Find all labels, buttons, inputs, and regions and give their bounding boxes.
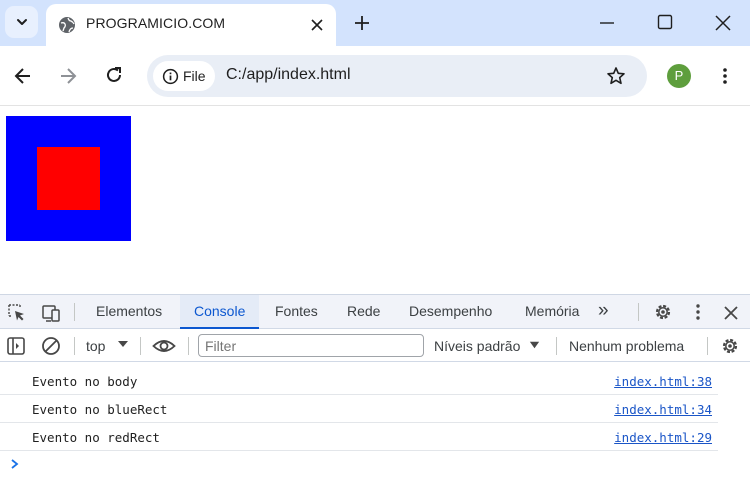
kebab-menu-icon[interactable] xyxy=(688,302,708,322)
devtools-tab-bar: Elementos Console Fontes Rede Desempenho… xyxy=(0,295,750,329)
url-text[interactable]: C:/app/index.html xyxy=(226,66,351,84)
tab-title: PROGRAMICIO.COM xyxy=(86,15,226,31)
close-icon[interactable] xyxy=(308,16,326,34)
tab-performance[interactable]: Desempenho xyxy=(395,295,506,329)
tab-sources[interactable]: Fontes xyxy=(261,295,332,329)
close-icon[interactable] xyxy=(721,303,741,323)
tab-strip: PROGRAMICIO.COM xyxy=(0,0,750,46)
kebab-menu-icon[interactable] xyxy=(715,66,735,86)
context-selector[interactable]: top xyxy=(86,338,105,354)
tab-elements[interactable]: Elementos xyxy=(82,295,176,329)
browser-toolbar: File C:/app/index.html P xyxy=(0,46,750,106)
tab-console[interactable]: Console xyxy=(180,295,260,329)
tab-network[interactable]: Rede xyxy=(333,295,394,329)
tab-memory[interactable]: Memória xyxy=(511,295,593,329)
log-source-link[interactable]: index.html:29 xyxy=(614,430,712,445)
divider xyxy=(74,303,75,321)
minimize-icon[interactable] xyxy=(598,14,616,32)
issues-counter[interactable]: Nenhum problema xyxy=(569,338,684,354)
eye-icon[interactable] xyxy=(152,336,176,356)
page-viewport xyxy=(0,107,750,294)
avatar[interactable]: P xyxy=(667,64,691,88)
more-tabs-button[interactable]: » xyxy=(590,295,617,329)
console-log-row: Evento no redRect index.html:29 xyxy=(0,423,718,451)
divider xyxy=(638,303,639,321)
chevron-down-icon xyxy=(16,19,27,25)
log-source-link[interactable]: index.html:38 xyxy=(614,374,712,389)
site-chip-label: File xyxy=(183,68,206,84)
console-log-row: Evento no body index.html:38 xyxy=(0,367,718,395)
reload-icon[interactable] xyxy=(104,65,124,85)
tab-search-button[interactable] xyxy=(5,6,38,38)
log-message: Evento no blueRect xyxy=(32,402,168,417)
console-toolbar: top Níveis padrão Nenhum problema xyxy=(0,330,750,362)
caret-down-icon[interactable] xyxy=(116,337,130,351)
sidebar-toggle-icon[interactable] xyxy=(6,336,26,356)
console-log-row: Evento no blueRect index.html:34 xyxy=(0,395,718,423)
maximize-icon[interactable] xyxy=(656,13,674,31)
divider xyxy=(556,337,557,355)
red-rect[interactable] xyxy=(37,147,100,210)
back-arrow-icon[interactable] xyxy=(13,66,33,86)
console-prompt-icon[interactable] xyxy=(9,458,21,470)
device-toolbar-icon[interactable] xyxy=(41,303,61,323)
log-message: Evento no redRect xyxy=(32,430,160,445)
divider xyxy=(74,337,75,355)
caret-down-icon[interactable] xyxy=(528,339,541,352)
browser-tab[interactable]: PROGRAMICIO.COM xyxy=(46,4,336,46)
divider xyxy=(188,337,189,355)
filter-input[interactable] xyxy=(198,334,424,357)
window-close-icon[interactable] xyxy=(713,13,733,33)
gear-icon[interactable] xyxy=(653,302,673,322)
divider xyxy=(140,337,141,355)
gear-icon[interactable] xyxy=(720,336,740,356)
star-icon[interactable] xyxy=(606,66,626,86)
devtools-panel: Elementos Console Fontes Rede Desempenho… xyxy=(0,294,750,477)
clear-console-icon[interactable] xyxy=(41,336,61,356)
info-icon xyxy=(162,68,179,85)
plus-icon[interactable] xyxy=(352,13,372,33)
blue-rect[interactable] xyxy=(6,116,131,241)
log-levels-dropdown[interactable]: Níveis padrão xyxy=(434,338,520,354)
log-source-link[interactable]: index.html:34 xyxy=(614,402,712,417)
globe-icon xyxy=(59,17,75,33)
divider xyxy=(707,337,708,355)
inspect-element-icon[interactable] xyxy=(7,303,27,323)
log-message: Evento no body xyxy=(32,374,138,389)
address-bar[interactable]: File C:/app/index.html xyxy=(147,55,647,97)
forward-arrow-icon[interactable] xyxy=(58,66,78,86)
site-info-chip[interactable]: File xyxy=(153,61,215,91)
